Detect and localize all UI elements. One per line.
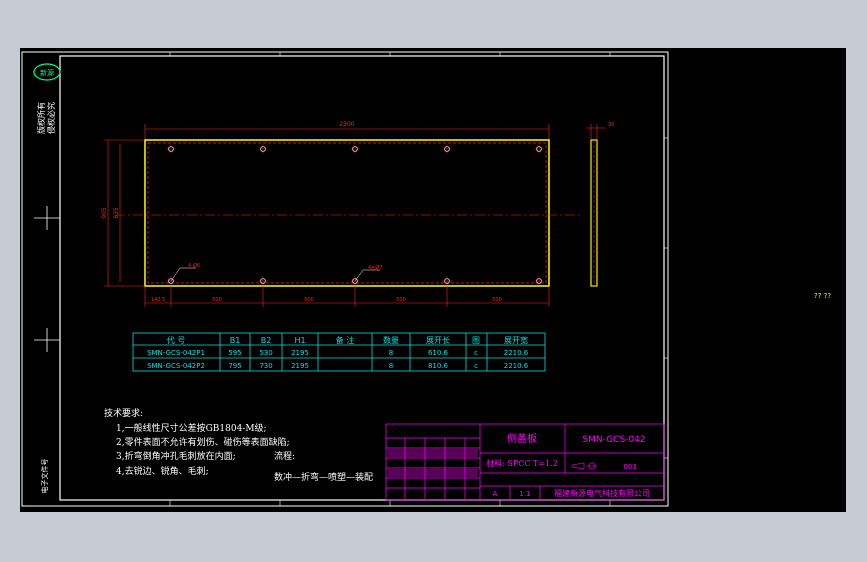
company-logo: 新源 [33,63,61,81]
bottom-dim-2: 500 [304,297,314,303]
copyright-stamp-1: 版权所有 [36,102,46,134]
process-label: 流程: [274,450,295,462]
bottom-dim-4: 500 [492,297,502,303]
copyright-stamp-2: 侵权必究 [46,102,56,134]
side-view [586,124,606,287]
quantity-cell: 003 [623,463,636,471]
r1-figure: c [474,349,478,357]
th-flat-width: 展开宽 [504,335,528,345]
file-number-label: 电子文件号 [40,459,49,494]
process-flow: 数冲—折弯—喷塑—装配 [274,471,373,483]
tech-note-3: 3,折弯倒角冲孔毛刺放在内面; [116,450,236,462]
r2-b2: 730 [259,362,272,370]
height-outer-dim: 905 [101,207,108,219]
parts-table-header: 代 号 B1 B2 H1 备 注 数量 展开长 图 展开宽 [167,335,528,345]
revision-cells [388,449,478,477]
r2-h1: 2195 [291,362,309,370]
r1-h1: 2195 [291,349,309,357]
tech-note-2: 2,零件表面不允许有划伤、碰伤等表面缺陷; [116,436,290,448]
th-code: 代 号 [167,335,186,345]
hole-leader-1 [170,267,196,282]
panel-bend-line [147,142,547,284]
tech-note-1: 1,一般线性尺寸公差按GB1804-M级; [116,422,267,434]
left-dimensions [104,139,145,287]
th-b2: B2 [261,336,272,345]
r2-flat-length: 810.6 [428,362,449,370]
bottom-dim-1: 500 [212,297,222,303]
part-name: 侧盖板 [507,432,537,445]
th-note: 备 注 [336,335,355,345]
panel-outline [144,139,550,287]
drawing-canvas[interactable]: 新源 版权所有 侵权必究 电子文件号 2300 905 835 4-Ø6 4×Ø… [20,48,846,512]
technical-notes: 技术要求: 1,一般线性尺寸公差按GB1804-M级; 2,零件表面不允许有划伤… [104,407,373,483]
overall-width-dim: 2300 [339,121,354,128]
cad-footer-area [0,512,867,562]
viewport-side-label: ?? ?? [814,292,832,300]
hole-leader-2 [354,269,380,282]
version-cell: A [493,490,498,498]
material-spec: 材料: SPCC T=1.2 [486,458,558,468]
bottom-dim-3: 500 [396,297,406,303]
r1-qty: 8 [389,349,393,357]
r1-flat-length: 610.6 [428,349,449,357]
bottom-dimensions [144,286,550,307]
drawing-svg: 新源 版权所有 侵权必究 电子文件号 2300 905 835 4-Ø6 4×Ø… [21,51,669,507]
r1-b1: 595 [228,349,241,357]
parts-table-row-2: SMN-GCS-042P2 795 730 2195 8 810.6 c 221… [147,362,529,370]
hole-callout-2: 4×Ø7 [368,264,383,271]
height-inner-dim: 835 [113,207,120,219]
r2-b1: 795 [228,362,241,370]
logo-text: 新源 [40,68,54,77]
cad-header-area [0,0,867,48]
th-b1: B1 [230,336,241,345]
side-thickness-dim: 30 [608,122,614,128]
registration-marks [34,206,60,352]
drawing-number: SMN-GCS-042 [582,435,645,445]
r1-code: SMN-GCS-042P1 [147,349,205,357]
r1-flat-width: 2210.6 [504,349,529,357]
th-qty: 数量 [383,335,399,345]
th-figure: 图 [472,336,480,345]
r2-flat-width: 2210.6 [504,362,529,370]
hole-callout-1: 4-Ø6 [188,262,200,269]
bottom-dim-0: 142.5 [151,297,165,303]
r2-figure: c [474,362,478,370]
th-h1: H1 [294,336,305,345]
tech-note-4: 4,去锐边、锐角、毛刺; [116,465,209,477]
th-flat-length: 展开长 [426,335,450,345]
scale-cell: 1:1 [519,490,530,498]
company-name: 福建新源电气科技有限公司 [554,488,650,498]
parts-table-row-1: SMN-GCS-042P1 595 530 2195 8 610.6 c 221… [147,349,529,357]
r1-b2: 530 [259,349,272,357]
tech-notes-title: 技术要求: [104,407,143,419]
projection-symbol-icon [571,462,597,470]
r2-code: SMN-GCS-042P2 [147,362,205,370]
r2-qty: 8 [389,362,393,370]
